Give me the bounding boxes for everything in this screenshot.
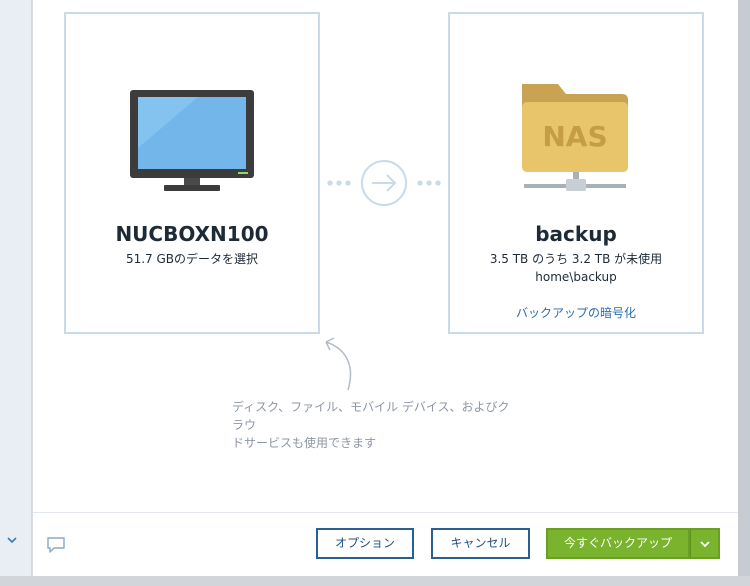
left-sidebar xyxy=(0,0,32,576)
source-name: NUCBOXN100 xyxy=(115,222,269,246)
cancel-button[interactable]: キャンセル xyxy=(431,528,530,559)
encrypt-backup-link[interactable]: バックアップの暗号化 xyxy=(450,304,702,321)
destination-card[interactable]: NAS backup 3.5 TB のうち 3.2 TB が未使用 home\b… xyxy=(448,12,704,334)
backup-now-button[interactable]: 今すぐバックアップ xyxy=(546,528,690,559)
hint-line-2: ドサービスも使用できます xyxy=(232,436,377,450)
curved-arrow-icon xyxy=(325,337,352,391)
chat-bubble-icon[interactable] xyxy=(46,536,66,554)
destination-name: backup xyxy=(535,222,617,246)
backup-options-dropdown[interactable] xyxy=(690,528,720,559)
chevron-down-icon xyxy=(699,541,710,548)
window-edge-right xyxy=(738,0,750,586)
destination-capacity: 3.5 TB のうち 3.2 TB が未使用 xyxy=(489,252,663,266)
hint-line-1: ディスク、ファイル、モバイル デバイス、およびクラウ xyxy=(232,400,510,432)
source-selection-size: 51.7 GBのデータを選択 xyxy=(125,252,259,266)
nas-label: NAS xyxy=(542,120,607,153)
hint-text: ディスク、ファイル、モバイル デバイス、およびクラウ ドサービスも使用できます xyxy=(232,398,512,452)
footer-divider xyxy=(33,512,738,513)
chevron-down-icon[interactable] xyxy=(4,534,20,550)
arrow-right-circle-icon xyxy=(327,160,441,206)
options-button[interactable]: オプション xyxy=(316,528,414,559)
nas-folder-icon: NAS xyxy=(522,84,628,191)
destination-path: home\backup xyxy=(535,270,617,284)
window-edge-bottom xyxy=(0,576,750,586)
source-card[interactable]: NUCBOXN100 51.7 GBのデータを選択 xyxy=(64,12,320,334)
desktop-computer-icon xyxy=(130,90,254,191)
